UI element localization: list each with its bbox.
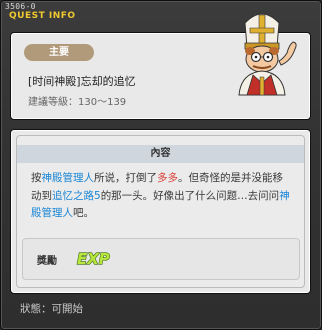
quest-content-panel: 內容 按神殿管理人所说，打倒了多多。但奇怪的是并没能移动到追忆之路5的那一头。好… [10,129,311,294]
quest-name: [时间神殿]忘却的追忆 [28,75,136,88]
description-segment: 吧。 [73,207,94,219]
description-segment: 按 [31,172,42,184]
npc-portrait [238,13,297,96]
reward-box: 獎勵 EXP [22,238,300,280]
quest-status: 狀態：可開始 [20,303,83,315]
description-segment: 的那一头。好像出了什么问题…去问问 [100,189,280,202]
window-title: QUEST INFO [9,11,76,21]
exp-icon-text: EXP [77,250,110,268]
quest-description: 按神殿管理人所说，打倒了多多。但奇怪的是并没能移动到追忆之路5的那一头。好像出了… [31,170,293,223]
content-header: 內容 [17,145,304,163]
monster-name: 多多 [157,172,178,184]
content-frame: 內容 按神殿管理人所说，打倒了多多。但奇怪的是并没能移动到追忆之路5的那一头。好… [16,135,305,288]
quest-id: 3506-0 [5,2,36,11]
reward-label: 獎勵 [37,256,57,267]
exp-reward-icon[interactable]: EXP [76,247,116,269]
quest-recommended-level: 建議等級：130～139 [28,97,127,108]
description-segment: 所说，打倒了 [94,172,157,184]
quest-type-tag: 主要 [24,44,94,61]
quest-info-window: 3506-0 QUEST INFO 主要 [时间神殿]忘却的追忆 建議等級：13… [0,0,322,330]
map-name-link: 追忆之路5 [52,189,101,202]
npc-name-link: 神殿管理人 [41,172,95,184]
